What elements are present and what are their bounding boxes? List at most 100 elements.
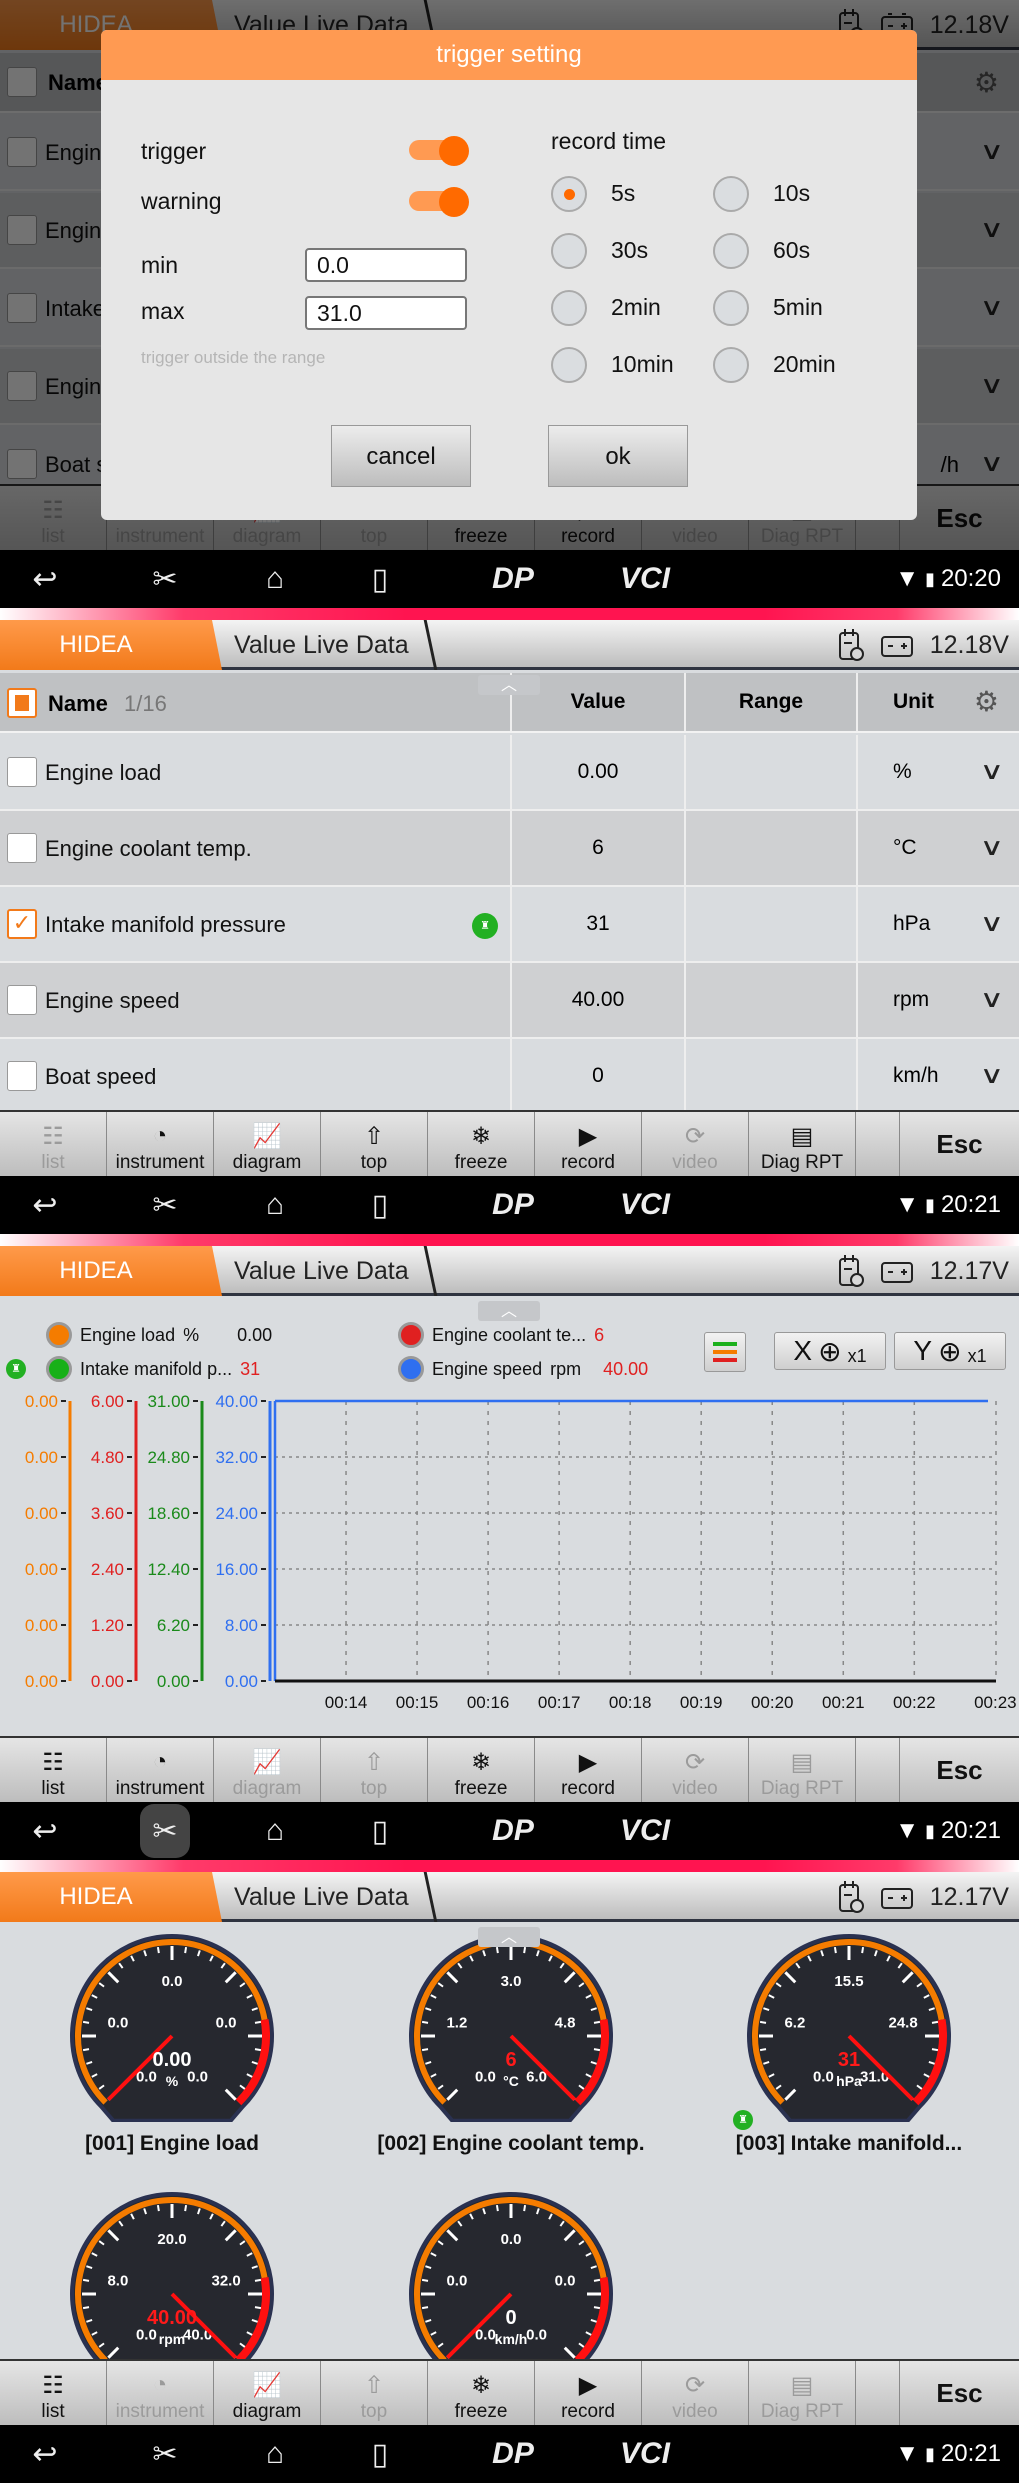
toolbar-instrument-button[interactable]: ◔ instrument (107, 1112, 214, 1176)
home-icon[interactable]: ⌂ (250, 1176, 300, 1234)
legend-item-engine-load[interactable]: Engine load% 0.00 (46, 1322, 272, 1348)
gear-icon[interactable]: ⚙ (974, 685, 999, 718)
gauge[interactable]: 0.0 8.0 20.0 32.0 40.0 40.00 rpm (68, 2190, 276, 2381)
back-icon[interactable]: ↩ (20, 2425, 70, 2483)
legend-item-intake[interactable]: Intake manifold p... 31 (46, 1356, 260, 1382)
screenshot-icon[interactable]: ✂ (140, 550, 190, 608)
record-time-radio[interactable] (551, 347, 587, 383)
esc-button[interactable]: Esc (900, 1112, 1019, 1176)
tab-brand[interactable]: HIDEA (0, 1246, 222, 1296)
record-time-radio[interactable] (713, 347, 749, 383)
row-checkbox[interactable] (7, 757, 37, 787)
toolbar-video-button[interactable]: ⟳video (642, 1738, 749, 1802)
table-row[interactable]: Boat speed 0 km/h ∨ (0, 1039, 1019, 1115)
gauge[interactable]: 0.0 0.0 0.0 0.0 0.0 0 km/h (407, 2190, 615, 2381)
dp-logo-icon[interactable]: DP (468, 1176, 558, 1234)
gauge[interactable]: 0.0 0.0 0.0 0.0 0.0 0.00% (68, 1932, 276, 2123)
tab-value-live-data[interactable]: Value Live Data (222, 620, 432, 670)
table-row[interactable]: Engine load 0.00% ∨ (0, 735, 1019, 811)
toolbar-diag-report-button[interactable]: ▤Diag RPT (749, 2361, 856, 2425)
vci-icon[interactable]: VCI (600, 1802, 690, 1860)
table-row[interactable]: Engine speed 40.00 rpm ∨ (0, 963, 1019, 1039)
esc-button[interactable]: Esc (900, 1738, 1019, 1802)
screenshot-icon[interactable]: ✂ (140, 1804, 190, 1858)
gauge[interactable]: 0.0 6.2 15.5 24.8 31.0 31 hPa (745, 1932, 953, 2123)
row-checkbox[interactable] (7, 833, 37, 863)
series-toggle-button[interactable] (704, 1332, 746, 1372)
record-time-radio[interactable] (713, 233, 749, 269)
toolbar-diagram-button[interactable]: 📈diagram (214, 1738, 321, 1802)
toolbar-diagram-button[interactable]: 📈diagram (214, 1112, 321, 1176)
toolbar-record-button[interactable]: ▶record (535, 1112, 642, 1176)
screenshot-icon[interactable]: ✂ (140, 1176, 190, 1234)
row-checkbox[interactable] (7, 985, 37, 1015)
esc-button[interactable]: Esc (900, 2361, 1019, 2425)
toolbar-video-button[interactable]: ⟳video (642, 2361, 749, 2425)
x-zoom-button[interactable]: X ⊕ x1 (774, 1332, 886, 1370)
collapse-button[interactable]: ︿ (478, 1927, 540, 1947)
toolbar-video-button[interactable]: ⟳video (642, 1112, 749, 1176)
row-checkbox[interactable]: ✓ (7, 909, 37, 939)
toolbar-list-button[interactable]: ☷list (0, 1738, 107, 1802)
vci-icon[interactable]: VCI (600, 550, 690, 608)
report-alert-icon[interactable] (838, 1254, 864, 1288)
ok-button[interactable]: ok (548, 425, 688, 487)
recents-icon[interactable]: ▯ (355, 1176, 405, 1234)
tab-brand[interactable]: HIDEA (0, 620, 222, 670)
tab-value-live-data[interactable]: Value Live Data (222, 1872, 432, 1922)
toolbar-diag-report-button[interactable]: ▤Diag RPT (749, 1738, 856, 1802)
legend-item-coolant[interactable]: Engine coolant te... 6 (398, 1322, 604, 1348)
toolbar-freeze-button[interactable]: ❄freeze (428, 1738, 535, 1802)
collapse-button[interactable]: ︿ (478, 675, 540, 695)
toolbar-top-button[interactable]: ⇧top (321, 2361, 428, 2425)
toolbar-diagram-button[interactable]: 📈diagram (214, 2361, 321, 2425)
tab-value-live-data[interactable]: Value Live Data (222, 1246, 432, 1296)
dp-logo-icon[interactable]: DP (468, 1802, 558, 1860)
home-icon[interactable]: ⌂ (250, 1802, 300, 1860)
row-checkbox[interactable] (7, 1061, 37, 1091)
chevron-down-icon[interactable]: ∨ (980, 757, 1005, 786)
recents-icon[interactable]: ▯ (355, 2425, 405, 2483)
toolbar-list-button[interactable]: ☷list (0, 1112, 107, 1176)
table-row[interactable]: ✓ Intake manifold pressure ♜ 31 hPa ∨ (0, 887, 1019, 963)
chevron-down-icon[interactable]: ∨ (980, 833, 1005, 862)
max-input[interactable]: 31.0 (305, 296, 467, 330)
chevron-down-icon[interactable]: ∨ (980, 985, 1005, 1014)
record-time-radio[interactable] (551, 233, 587, 269)
min-input[interactable]: 0.0 (305, 248, 467, 282)
legend-item-engine-speed[interactable]: Engine speed rpm 40.00 (398, 1356, 648, 1382)
toolbar-instrument-button[interactable]: ◔ instrument (107, 1738, 214, 1802)
trigger-toggle[interactable] (409, 136, 469, 166)
record-time-radio[interactable] (551, 176, 587, 212)
toolbar-record-button[interactable]: ▶record (535, 1738, 642, 1802)
record-time-radio[interactable] (551, 290, 587, 326)
warning-toggle[interactable] (409, 187, 469, 217)
table-row[interactable]: Engine coolant temp. 6 °C ∨ (0, 811, 1019, 887)
toolbar-freeze-button[interactable]: ❄freeze (428, 1112, 535, 1176)
back-icon[interactable]: ↩ (20, 550, 70, 608)
collapse-button[interactable]: ︿ (478, 1301, 540, 1321)
report-alert-icon[interactable] (838, 1880, 864, 1914)
y-zoom-button[interactable]: Y ⊕ x1 (894, 1332, 1006, 1370)
recents-icon[interactable]: ▯ (355, 1802, 405, 1860)
dp-logo-icon[interactable]: DP (468, 550, 558, 608)
record-time-radio[interactable] (713, 290, 749, 326)
screenshot-icon[interactable]: ✂ (140, 2425, 190, 2483)
dp-logo-icon[interactable]: DP (468, 2425, 558, 2483)
vci-icon[interactable]: VCI (600, 1176, 690, 1234)
vci-icon[interactable]: VCI (600, 2425, 690, 2483)
toolbar-freeze-button[interactable]: ❄freeze (428, 2361, 535, 2425)
toolbar-diag-report-button[interactable]: ▤Diag RPT (749, 1112, 856, 1176)
toolbar-list-button[interactable]: ☷list (0, 2361, 107, 2425)
tab-brand[interactable]: HIDEA (0, 1872, 222, 1922)
gauge[interactable]: 0.0 1.2 3.0 4.8 6.0 6 °C (407, 1932, 615, 2123)
home-icon[interactable]: ⌂ (250, 2425, 300, 2483)
toolbar-top-button[interactable]: ⇧top (321, 1738, 428, 1802)
chevron-down-icon[interactable]: ∨ (980, 1061, 1005, 1090)
back-icon[interactable]: ↩ (20, 1802, 70, 1860)
record-time-radio[interactable] (713, 176, 749, 212)
toolbar-record-button[interactable]: ▶record (535, 2361, 642, 2425)
toolbar-instrument-button[interactable]: ◔ instrument (107, 2361, 214, 2425)
back-icon[interactable]: ↩ (20, 1176, 70, 1234)
toolbar-top-button[interactable]: ⇧top (321, 1112, 428, 1176)
